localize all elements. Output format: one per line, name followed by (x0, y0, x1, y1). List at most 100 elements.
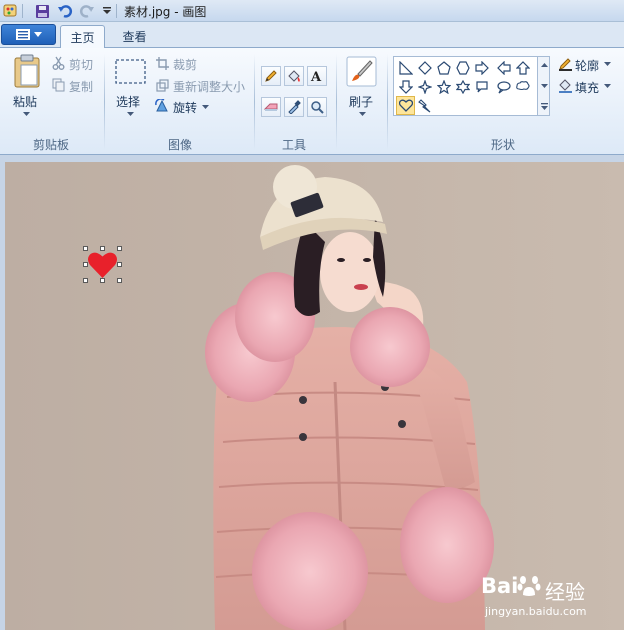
brushes-dropdown-icon[interactable] (358, 111, 366, 117)
watermark-url: jingyan.baidu.com (485, 605, 587, 618)
outline-dropdown-icon[interactable] (603, 61, 611, 67)
left-arrow-shape-icon[interactable] (494, 58, 513, 77)
resize-handle[interactable] (100, 278, 105, 283)
pentagon-shape-icon[interactable] (434, 58, 453, 77)
chevron-down-icon (33, 31, 42, 37)
shapes-group-label: 形状 (491, 138, 516, 152)
resize-handle[interactable] (100, 246, 105, 251)
brush-icon[interactable] (345, 55, 377, 87)
fill-dropdown-icon[interactable] (603, 83, 611, 89)
paste-dropdown-icon[interactable] (22, 111, 30, 117)
group-separator (254, 54, 255, 150)
heart-shape (88, 252, 117, 278)
group-separator (387, 54, 388, 150)
diamond-shape-icon[interactable] (415, 58, 434, 77)
copy-button-label[interactable]: 复制 (69, 78, 93, 95)
crop-icon[interactable] (155, 56, 169, 70)
scroll-down-icon[interactable] (540, 83, 548, 88)
resize-handle[interactable] (117, 278, 122, 283)
color-picker-tool-button[interactable] (284, 97, 304, 117)
menu-icon (15, 29, 30, 40)
undo-icon[interactable] (57, 3, 73, 19)
select-icon[interactable] (114, 58, 146, 84)
fill-button-label[interactable]: 填充 (575, 79, 599, 96)
heart-shape-icon[interactable] (396, 96, 415, 115)
text-tool-button[interactable]: A (307, 66, 327, 86)
scroll-up-icon[interactable] (540, 62, 548, 67)
six-point-star-shape-icon[interactable] (453, 77, 472, 96)
magnifier-icon (311, 101, 324, 114)
eyedropper-icon (288, 100, 301, 114)
paw-icon (517, 576, 541, 596)
group-separator (336, 54, 337, 150)
pencil-tool-button[interactable] (261, 66, 281, 86)
paste-button-label[interactable]: 粘贴 (13, 93, 37, 110)
customize-quick-access-icon[interactable] (99, 3, 115, 19)
four-point-star-shape-icon[interactable] (415, 77, 434, 96)
eraser-tool-button[interactable] (261, 97, 281, 117)
gallery-expand-icon[interactable] (540, 102, 548, 110)
hexagon-shape-icon[interactable] (453, 58, 472, 77)
image-group-label: 图像 (168, 138, 193, 152)
rounded-callout-shape-icon[interactable] (472, 77, 491, 96)
rotate-dropdown-icon[interactable] (201, 104, 209, 110)
text-icon: A (310, 70, 322, 83)
eraser-icon (263, 103, 277, 111)
resize-handle[interactable] (83, 278, 88, 283)
group-separator (104, 54, 105, 150)
rotate-button-label[interactable]: 旋转 (173, 99, 197, 116)
cut-icon[interactable] (51, 56, 65, 70)
paste-icon[interactable] (12, 54, 42, 88)
ribbon: 粘贴 剪切 复制 剪贴板 选择 裁剪 重新调整大小 旋转 图像 A 工具 刷子 … (0, 48, 624, 155)
paint-app-icon[interactable] (3, 3, 19, 19)
cut-button-label[interactable]: 剪切 (69, 56, 93, 73)
drawing-canvas[interactable]: Bai 经验 jingyan.baidu.com (5, 162, 624, 630)
shapes-gallery-scrollbar[interactable] (537, 56, 550, 116)
right-arrow-shape-icon[interactable] (472, 58, 491, 77)
cloud-callout-shape-icon[interactable] (513, 77, 532, 96)
oval-callout-shape-icon[interactable] (494, 77, 513, 96)
clipboard-group-label: 剪贴板 (33, 138, 70, 152)
paint-bucket-icon (287, 70, 300, 82)
down-arrow-shape-icon[interactable] (396, 77, 415, 96)
window-title: 素材.jpg - 画图 (124, 5, 207, 19)
resize-icon[interactable] (155, 78, 169, 92)
tab-view[interactable]: 查看 (112, 25, 157, 48)
resize-handle[interactable] (83, 246, 88, 251)
tab-home-label: 主页 (70, 31, 95, 45)
select-dropdown-icon[interactable] (126, 111, 134, 117)
five-point-star-shape-icon[interactable] (434, 77, 453, 96)
tab-home[interactable]: 主页 (60, 25, 105, 49)
fill-icon[interactable] (557, 79, 573, 93)
outline-icon[interactable] (557, 57, 573, 71)
outline-button-label[interactable]: 轮廓 (575, 57, 599, 74)
resize-handle[interactable] (117, 262, 122, 267)
pencil-icon (265, 70, 277, 82)
right-triangle-shape-icon[interactable] (396, 58, 415, 77)
shapes-gallery[interactable] (393, 56, 550, 116)
watermark-brand-a: Bai (481, 574, 519, 598)
title-bar: 素材.jpg - 画图 (0, 0, 624, 22)
redo-icon[interactable] (79, 3, 95, 19)
up-arrow-shape-icon[interactable] (513, 58, 532, 77)
paint-menu-button[interactable] (1, 24, 56, 45)
select-button-label[interactable]: 选择 (116, 93, 140, 110)
fill-tool-button[interactable] (284, 66, 304, 86)
magnifier-tool-button[interactable] (307, 97, 327, 117)
heart-shape-selection[interactable] (83, 246, 122, 283)
photo-image (205, 165, 494, 630)
rotate-icon[interactable] (155, 99, 169, 113)
lightning-shape-icon[interactable] (415, 96, 434, 115)
watermark-brand-b: 经验 (545, 580, 585, 604)
tools-group-label: 工具 (282, 138, 307, 152)
brushes-button-label[interactable]: 刷子 (349, 93, 373, 110)
tab-view-label: 查看 (122, 30, 147, 44)
copy-icon[interactable] (51, 78, 65, 92)
baidu-watermark: Bai 经验 jingyan.baidu.com (477, 572, 619, 624)
svg-text:A: A (310, 70, 322, 83)
resize-button-label[interactable]: 重新调整大小 (173, 78, 245, 95)
resize-handle[interactable] (83, 262, 88, 267)
crop-button-label[interactable]: 裁剪 (173, 56, 197, 73)
save-icon[interactable] (34, 3, 50, 19)
resize-handle[interactable] (117, 246, 122, 251)
